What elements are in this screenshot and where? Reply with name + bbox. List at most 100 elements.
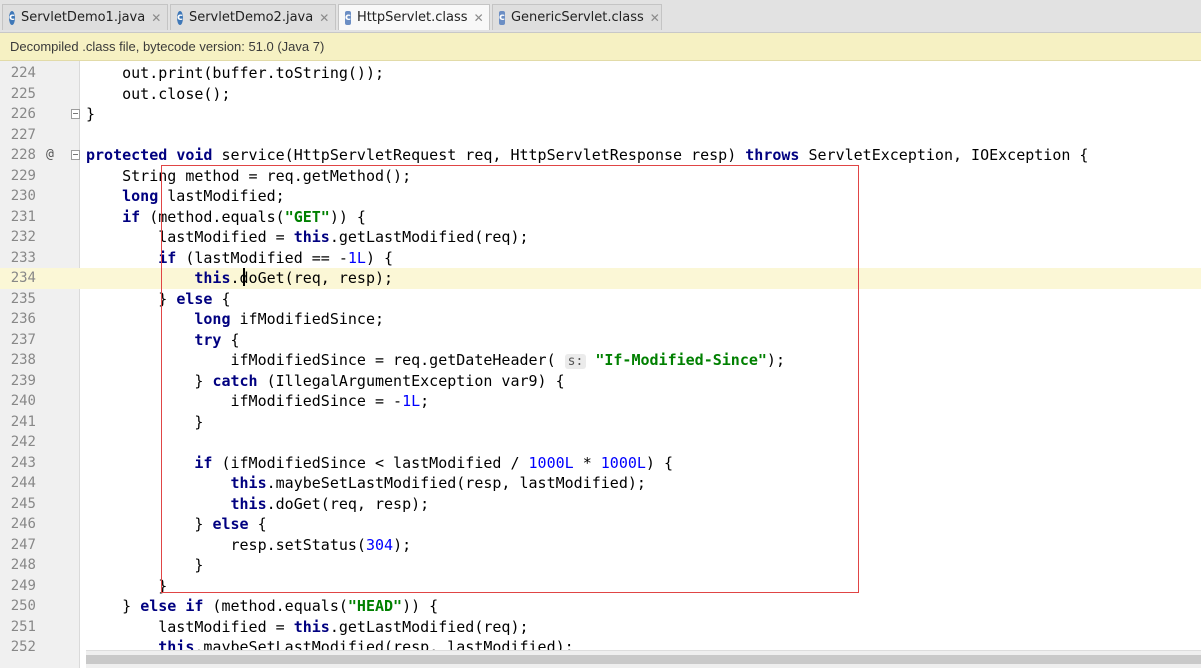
code-line-231[interactable]: 231 if (method.equals("GET")) { [0, 207, 1201, 228]
line-number: 242 [10, 434, 36, 450]
horizontal-scrollbar[interactable] [86, 650, 1201, 668]
line-number: 251 [10, 618, 36, 635]
decompiled-notice-text: Decompiled .class file, bytecode version… [10, 39, 325, 54]
code-text: lastModified = this.getLastModified(req)… [86, 228, 529, 246]
code-line-224[interactable]: 224 out.print(buffer.toString()); [0, 63, 1201, 84]
code-line-225[interactable]: 225 out.close(); [0, 84, 1201, 105]
line-number: 237 [10, 331, 36, 348]
line-number: 240 [10, 393, 36, 409]
line-number: 245 [10, 495, 36, 512]
line-number: 241 [10, 413, 36, 430]
code-line-239[interactable]: 239 } catch (IllegalArgumentException va… [0, 371, 1201, 392]
code-line-244[interactable]: 244 this.maybeSetLastModified(resp, last… [0, 473, 1201, 494]
line-number: 248 [10, 557, 36, 573]
code-line-247[interactable]: 247 resp.setStatus(304); [0, 535, 1201, 556]
code-text: if (method.equals("GET")) { [122, 207, 366, 226]
code-text: ifModifiedSince = req.getDateHeader( s: … [86, 351, 785, 369]
code-line-245[interactable]: 245 this.doGet(req, resp); [0, 494, 1201, 515]
fold-toggle-icon[interactable] [71, 109, 80, 119]
line-number: 233 [10, 249, 36, 266]
code-line-248[interactable]: 248 } [0, 555, 1201, 576]
code-line-236[interactable]: 236 long ifModifiedSince; [0, 309, 1201, 330]
line-number: 232 [10, 229, 36, 245]
horizontal-scrollbar-thumb[interactable] [86, 655, 1201, 664]
java-class-icon: c [177, 10, 183, 25]
code-text: } [86, 556, 204, 574]
line-number: 226 [10, 106, 36, 122]
code-line-232[interactable]: 232 lastModified = this.getLastModified(… [0, 227, 1201, 248]
tab-genericservlet-class[interactable]: c GenericServlet.class ✕ [492, 4, 662, 30]
code-line-240[interactable]: 240 ifModifiedSince = -1L; [0, 391, 1201, 412]
code-text: resp.setStatus(304); [86, 535, 412, 554]
override-marker-icon[interactable]: @ [46, 145, 54, 166]
code-text: ifModifiedSince = -1L; [86, 392, 430, 410]
text-cursor [243, 268, 245, 286]
code-line-241[interactable]: 241 } [0, 412, 1201, 433]
code-line-230[interactable]: 230 long lastModified; [0, 186, 1201, 207]
code-text: if (lastModified == -1L) { [158, 248, 394, 267]
code-text: this.doGet(req, resp); [230, 494, 430, 513]
code-text: long ifModifiedSince; [194, 310, 385, 328]
fold-toggle-icon[interactable] [71, 150, 80, 160]
code-line-229[interactable]: 229 String method = req.getMethod(); [0, 166, 1201, 187]
code-text: } catch (IllegalArgumentException var9) … [86, 371, 565, 390]
close-tab-icon[interactable]: ✕ [474, 11, 484, 25]
line-number: 230 [10, 188, 36, 204]
tab-httpservlet-class[interactable]: c HttpServlet.class ✕ [338, 4, 490, 30]
code-text: out.print(buffer.toString()); [86, 64, 385, 82]
line-number: 252 [10, 639, 36, 655]
line-number: 243 [10, 454, 36, 471]
code-text: String method = req.getMethod(); [86, 166, 412, 185]
code-line-246[interactable]: 246 } else { [0, 514, 1201, 535]
code-text: try { [194, 330, 240, 349]
code-text: } [86, 576, 168, 595]
editor-tab-bar: c ServletDemo1.java ✕ c ServletDemo2.java ✕ c H… [0, 0, 1201, 33]
line-number: 250 [10, 598, 36, 614]
line-number: 239 [10, 372, 36, 389]
code-line-233[interactable]: 233 if (lastModified == -1L) { [0, 248, 1201, 269]
line-number: 247 [10, 536, 36, 553]
code-line-228[interactable]: 228 @ protected void service(HttpServletRe… [0, 145, 1201, 166]
line-number: 235 [10, 290, 36, 307]
tab-servletdemo2-java[interactable]: c ServletDemo2.java ✕ [170, 4, 336, 30]
code-text: long lastModified; [122, 187, 285, 205]
compiled-class-icon: c [499, 10, 505, 25]
line-number: 234 [10, 270, 36, 286]
code-line-234[interactable]: 234 this.doGet(req, resp); [0, 268, 1201, 289]
code-line-243[interactable]: 243 if (ifModifiedSince < lastModified /… [0, 453, 1201, 474]
code-line-242[interactable]: 242 [0, 432, 1201, 453]
code-text: lastModified = this.getLastModified(req)… [86, 617, 529, 636]
code-line-251[interactable]: 251 lastModified = this.getLastModified(… [0, 617, 1201, 638]
code-line-235[interactable]: 235 } else { [0, 289, 1201, 310]
tab-label: ServletDemo2.java [188, 10, 314, 25]
line-number: 236 [10, 311, 36, 327]
compiled-class-icon: c [345, 10, 351, 25]
code-line-249[interactable]: 249 } [0, 576, 1201, 597]
code-text: if (ifModifiedSince < lastModified / 100… [194, 453, 674, 472]
code-text: protected void service(HttpServletReques… [86, 146, 1089, 164]
tab-label: GenericServlet.class [510, 10, 644, 25]
code-text: } else if (method.equals("HEAD")) { [86, 597, 439, 615]
code-text: this.doGet(req, resp); [194, 269, 394, 287]
close-tab-icon[interactable]: ✕ [151, 11, 161, 25]
close-tab-icon[interactable]: ✕ [319, 11, 329, 25]
java-class-icon: c [9, 10, 15, 25]
line-number: 227 [10, 126, 36, 143]
line-number: 225 [10, 85, 36, 102]
code-line-226[interactable]: 226} [0, 104, 1201, 125]
line-number: 249 [10, 577, 36, 594]
code-line-250[interactable]: 250 } else if (method.equals("HEAD")) { [0, 596, 1201, 617]
line-number: 229 [10, 167, 36, 184]
code-text: } else { [86, 515, 267, 533]
code-line-238[interactable]: 238 ifModifiedSince = req.getDateHeader(… [0, 350, 1201, 371]
line-number: 246 [10, 516, 36, 532]
tab-label: HttpServlet.class [356, 10, 468, 25]
line-number: 224 [10, 65, 36, 81]
close-tab-icon[interactable]: ✕ [650, 11, 660, 25]
line-number: 238 [10, 352, 36, 368]
code-line-227[interactable]: 227 [0, 125, 1201, 146]
code-editor[interactable]: 224 out.print(buffer.toString()); 225 out… [0, 61, 1201, 668]
tab-servletdemo1-java[interactable]: c ServletDemo1.java ✕ [2, 4, 168, 30]
code-line-237[interactable]: 237 try { [0, 330, 1201, 351]
code-text: out.close(); [86, 84, 231, 103]
